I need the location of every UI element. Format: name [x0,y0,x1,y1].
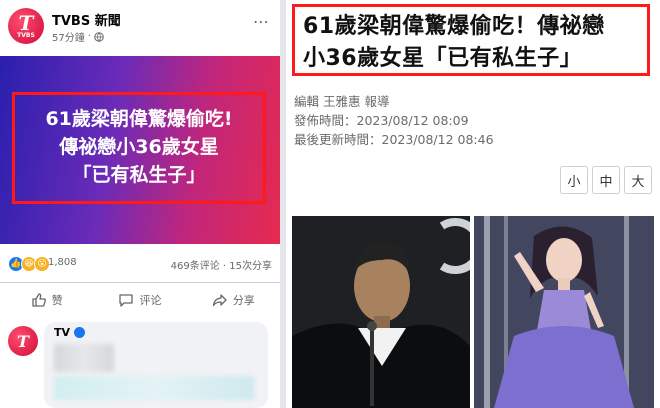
share-arrow-icon [212,294,227,307]
headline-line: 小36歲女星「已有私生子」 [303,46,583,71]
share-count[interactable]: 15次分享 [229,261,272,272]
editor-line: 編輯 王雅惠 報導 [294,94,390,109]
article-headline: 61歲梁朝偉驚爆偷吃！傳祕戀 小36歲女星「已有私生子」 [303,11,605,75]
photo-left [292,216,484,408]
commenter-avatar[interactable]: T [8,326,38,356]
highlight-box: 61歲梁朝偉驚爆偷吃! 傳祕戀小36歲女星 「已有私生子」 [12,92,266,204]
post-image-banner[interactable]: 61歲梁朝偉驚爆偷吃! 傳祕戀小36歲女星 「已有私生子」 [0,56,280,244]
blurred-text [54,344,114,372]
page-name[interactable]: TVBS 新聞 [52,10,121,29]
font-size-large-button[interactable]: 大 [624,166,652,194]
more-options-icon[interactable]: ⋯ [253,12,270,31]
banner-headline: 61歲梁朝偉驚爆偷吃! 傳祕戀小36歲女星 「已有私生子」 [15,105,263,189]
post-header: T TVBS TVBS 新聞 57分鐘 · ⋯ [8,6,272,50]
article-meta: 編輯 王雅惠 報導 發佈時間：2023/08/12 08:09 最後更新時間：2… [294,92,494,149]
post-time[interactable]: 57分鐘 [52,29,85,44]
top-comment: T TV [8,322,272,408]
like-label: 赞 [51,294,63,307]
article-photo[interactable] [292,216,654,408]
commenter-name[interactable]: TV [54,326,70,339]
font-size-small-button[interactable]: 小 [560,166,588,194]
banner-line: 「已有私生子」 [72,164,206,186]
commenter-name-row: TV [54,326,86,339]
post-stats: 👍 😆 😮 1,808 469条评论 · 15次分享 [8,254,272,274]
published-time: 發佈時間：2023/08/12 08:09 [294,113,469,128]
facebook-post-screenshot: T TVBS TVBS 新聞 57分鐘 · ⋯ 61歲梁朝偉驚爆偷吃! 傳祕戀小… [0,0,280,408]
updated-time: 最後更新時間：2023/08/12 08:46 [294,132,494,147]
comment-button[interactable]: 评论 [93,283,186,317]
avatar-letter: T [18,11,34,35]
highlight-box: 61歲梁朝偉驚爆偷吃！傳祕戀 小36歲女星「已有私生子」 [292,4,650,76]
avatar-subtext: TVBS [17,32,35,39]
blurred-text [54,376,254,400]
reaction-icons[interactable]: 👍 😆 😮 [8,256,50,272]
verified-badge-icon [74,327,86,338]
avatar-letter: T [17,331,29,351]
comment-count[interactable]: 469条评论 [171,261,220,272]
separator-dot: · [87,31,91,42]
font-size-medium-button[interactable]: 中 [592,166,620,194]
facebook-post-card: T TVBS TVBS 新聞 57分鐘 · ⋯ 61歲梁朝偉驚爆偷吃! 傳祕戀小… [0,0,280,408]
comment-bubble-icon [119,294,134,307]
page-avatar[interactable]: T TVBS [8,8,44,44]
post-meta: 57分鐘 · [52,29,104,44]
woman-on-stage-image [474,216,654,408]
banner-line: 61歲梁朝偉驚爆偷吃! [45,108,233,130]
globe-icon [94,31,104,42]
photo-right [474,216,654,408]
font-size-controls: 小 中 大 [560,166,652,194]
like-button[interactable]: 赞 [0,283,93,317]
post-actions: 赞 评论 分享 [0,282,280,317]
man-at-microphone-image [292,216,484,408]
banner-line: 傳祕戀小36歲女星 [59,136,219,158]
share-label: 分享 [232,294,255,307]
share-button[interactable]: 分享 [187,283,280,317]
comment-bubble: TV [44,322,268,408]
news-article-screenshot: 61歲梁朝偉驚爆偷吃！傳祕戀 小36歲女星「已有私生子」 編輯 王雅惠 報導 發… [286,0,660,408]
comment-label: 评论 [139,294,162,307]
headline-line: 61歲梁朝偉驚爆偷吃！傳祕戀 [303,14,605,39]
comment-share-counts: 469条评论 · 15次分享 [171,257,272,272]
thumbs-up-icon [32,293,46,307]
reaction-count[interactable]: 1,808 [48,257,77,268]
